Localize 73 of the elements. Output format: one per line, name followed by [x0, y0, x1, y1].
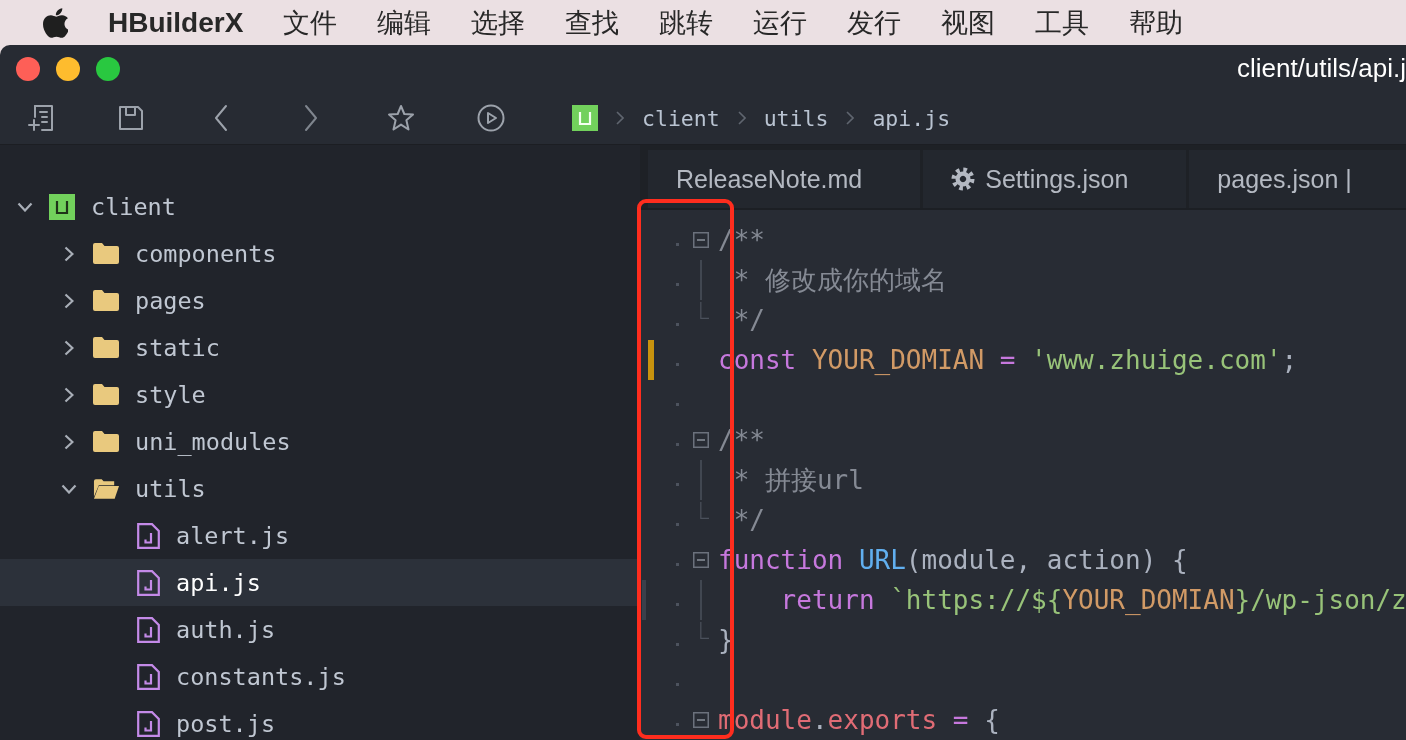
- minimize-button[interactable]: [56, 56, 80, 81]
- tree-item[interactable]: alert.js: [0, 512, 640, 559]
- collapse-icon[interactable]: [693, 432, 709, 448]
- code-line: */: [732, 505, 765, 535]
- chevron-right-icon: [846, 111, 855, 125]
- collapse-icon[interactable]: [693, 552, 709, 568]
- editor-tab[interactable]: Settings.json: [923, 150, 1187, 208]
- code-line: return `https://${YOUR_DOMIAN}/wp-json/z: [779, 585, 1406, 615]
- tree-item[interactable]: client: [0, 183, 640, 230]
- editor-tab[interactable]: pages.json |: [1189, 150, 1406, 208]
- menu-item[interactable]: 视图: [941, 4, 996, 41]
- chevron-left-icon[interactable]: [214, 104, 228, 132]
- file-icon: [137, 522, 160, 549]
- chevron-right-icon[interactable]: [64, 339, 74, 356]
- tree-item[interactable]: style: [0, 371, 640, 418]
- chevron-right-icon[interactable]: [304, 104, 318, 132]
- file-icon: [137, 569, 160, 596]
- menu-item[interactable]: 查找: [565, 4, 620, 41]
- play-circle-icon[interactable]: [477, 104, 505, 132]
- breadcrumb-item[interactable]: client: [642, 105, 720, 131]
- open-folder-icon: [93, 477, 119, 500]
- folder-icon: [93, 384, 119, 405]
- app-menu[interactable]: HBuilderX: [108, 6, 244, 39]
- breadcrumb-item[interactable]: utils: [763, 105, 829, 131]
- breadcrumb-item[interactable]: api.js: [872, 105, 951, 131]
- collapse-icon[interactable]: [693, 232, 709, 248]
- chevron-right-icon: [737, 111, 746, 125]
- code-line: * 修改成你的域名: [732, 263, 947, 297]
- tree-item[interactable]: auth.js: [0, 606, 640, 653]
- editor-tab[interactable]: ReleaseNote.md: [648, 150, 921, 208]
- tree-item[interactable]: uni_modules: [0, 418, 640, 465]
- project-icon: [572, 105, 598, 131]
- folder-icon: [93, 243, 119, 264]
- code-line: }: [718, 625, 734, 655]
- chevron-right-icon[interactable]: [64, 245, 74, 262]
- menu-item[interactable]: 选择: [471, 4, 526, 41]
- file-icon: [137, 663, 160, 690]
- chevron-right-icon[interactable]: [64, 433, 74, 450]
- menu-item[interactable]: 工具: [1035, 4, 1090, 41]
- project-icon: [49, 193, 75, 220]
- folder-icon: [93, 290, 119, 311]
- menu-item[interactable]: 编辑: [377, 4, 432, 41]
- collapse-icon[interactable]: [693, 712, 709, 728]
- code-line: */: [732, 305, 765, 335]
- apple-icon[interactable]: [43, 7, 68, 38]
- chevron-down-icon[interactable]: [61, 483, 77, 494]
- gear-icon: [951, 167, 976, 191]
- tree-item[interactable]: utils: [0, 465, 640, 512]
- maximize-button[interactable]: [96, 56, 120, 81]
- close-button[interactable]: [16, 56, 40, 81]
- document-plus-icon[interactable]: [27, 104, 55, 132]
- tree-item[interactable]: pages: [0, 277, 640, 324]
- code-line: * 拼接url: [732, 463, 864, 497]
- menu-item[interactable]: 发行: [847, 4, 902, 41]
- file-icon: [137, 710, 160, 737]
- folder-icon: [93, 431, 119, 452]
- menu-item[interactable]: 运行: [753, 4, 808, 41]
- chevron-right-icon: [616, 111, 624, 125]
- star-icon[interactable]: [387, 104, 415, 132]
- tree-item[interactable]: static: [0, 324, 640, 371]
- chevron-right-icon[interactable]: [64, 292, 74, 309]
- file-icon: [137, 616, 160, 643]
- window-title: client/utils/api.j: [1236, 53, 1406, 84]
- menu-item[interactable]: 文件: [283, 4, 338, 41]
- tree-item[interactable]: constants.js: [0, 653, 640, 700]
- folder-icon: [93, 337, 119, 358]
- tree-item[interactable]: post.js: [0, 700, 640, 740]
- tree-item[interactable]: components: [0, 230, 640, 277]
- tree-item[interactable]: api.js: [0, 559, 640, 606]
- menu-item[interactable]: 帮助: [1129, 4, 1184, 41]
- menu-item[interactable]: 跳转: [659, 4, 714, 41]
- chevron-right-icon[interactable]: [64, 386, 74, 403]
- chevron-down-icon[interactable]: [17, 201, 33, 212]
